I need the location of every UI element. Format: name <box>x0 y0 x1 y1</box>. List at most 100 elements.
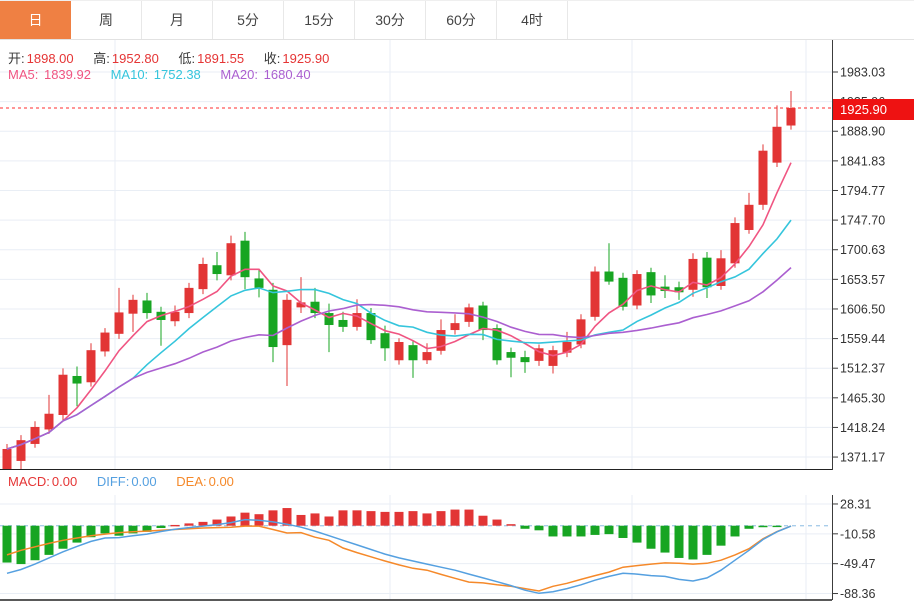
price-tick-label: 1794.77 <box>840 184 885 198</box>
candle-body <box>143 300 152 313</box>
timeframe-toolbar: 日周月5分15分30分60分4时 <box>0 0 914 40</box>
tab-month[interactable]: 月 <box>142 1 213 39</box>
last-price-badge: 1925.90 <box>833 99 914 120</box>
macd-histogram-bar <box>507 524 516 526</box>
tab-week[interactable]: 周 <box>71 1 142 39</box>
candle-body <box>367 313 376 340</box>
candle-body <box>31 427 40 444</box>
candle-body <box>773 127 782 163</box>
macd-histogram-bar <box>759 526 768 528</box>
candle-body <box>283 300 292 345</box>
candle-body <box>129 300 138 314</box>
macd-histogram-bar <box>339 510 348 525</box>
macd-histogram-bar <box>745 526 754 529</box>
candle-body <box>759 151 768 205</box>
macd-tick-label: -49.47 <box>840 557 875 571</box>
candle-body <box>199 264 208 289</box>
price-tick-label: 1653.57 <box>840 273 885 287</box>
macd-histogram-bar <box>633 526 642 543</box>
close-readout: 收:1925.90 <box>264 51 330 66</box>
macd-legend: MACD:0.00 DIFF:0.00 DEA:0.00 <box>8 474 250 489</box>
candle-body <box>255 278 264 287</box>
candle-body <box>423 352 432 360</box>
macd-histogram-bar <box>675 526 684 558</box>
macd-histogram-bar <box>605 526 614 534</box>
macd-histogram-bar <box>703 526 712 555</box>
macd-tick-label: 28.31 <box>840 497 871 511</box>
diff-line <box>7 520 791 594</box>
tab-15min[interactable]: 15分 <box>284 1 355 39</box>
macd-histogram-bar <box>185 523 194 525</box>
macd-histogram-bar <box>269 510 278 525</box>
macd-histogram-bar <box>773 526 782 527</box>
macd-histogram-bar <box>73 526 82 543</box>
ma5-readout: MA5: 1839.92 <box>8 67 91 82</box>
macd-histogram-bar <box>661 526 670 553</box>
candle-body <box>619 278 628 307</box>
tab-60min[interactable]: 60分 <box>426 1 497 39</box>
price-tick-label: 1465.30 <box>840 391 885 405</box>
candle-body <box>227 243 236 275</box>
macd-histogram-bar <box>311 513 320 525</box>
macd-histogram-bar <box>423 513 432 525</box>
price-tick-label: 1512.37 <box>840 362 885 376</box>
dea-readout: DEA:0.00 <box>176 474 234 489</box>
ma20-readout: MA20: 1680.40 <box>220 67 310 82</box>
macd-histogram-bar <box>171 525 180 526</box>
macd-histogram-bar <box>563 526 572 537</box>
candle-body <box>339 320 348 327</box>
candle-body <box>3 449 12 469</box>
candle-body <box>45 414 54 430</box>
price-tick-label: 1841.83 <box>840 154 885 168</box>
macd-indicator-chart[interactable]: 28.31-10.58-49.47-88.36 <box>0 495 914 604</box>
macd-readout: MACD:0.00 <box>8 474 77 489</box>
macd-histogram-bar <box>31 526 40 561</box>
candle-body <box>171 312 180 321</box>
macd-histogram-bar <box>549 526 558 537</box>
macd-histogram-bar <box>325 516 334 525</box>
candle-body <box>787 108 796 126</box>
price-tick-label: 1983.03 <box>840 66 885 80</box>
macd-histogram-bar <box>619 526 628 538</box>
candle-body <box>213 265 222 274</box>
candle-body <box>591 272 600 317</box>
macd-histogram-bar <box>591 526 600 535</box>
candle-body <box>409 345 418 360</box>
macd-histogram-bar <box>437 511 446 526</box>
macd-histogram-bar <box>689 526 698 560</box>
price-tick-label: 1606.50 <box>840 302 885 316</box>
high-readout: 高:1952.80 <box>93 51 159 66</box>
macd-histogram-bar <box>647 526 656 549</box>
candle-body <box>731 223 740 263</box>
candle-body <box>269 290 278 347</box>
candle-body <box>451 323 460 330</box>
macd-histogram-bar <box>577 526 586 537</box>
tab-day[interactable]: 日 <box>0 1 71 39</box>
tab-30min[interactable]: 30分 <box>355 1 426 39</box>
candle-body <box>605 272 614 282</box>
low-readout: 低:1891.55 <box>179 51 245 66</box>
price-tick-label: 1371.17 <box>840 451 885 465</box>
ma10-readout: MA10: 1752.38 <box>111 67 201 82</box>
macd-histogram-bar <box>493 520 502 526</box>
macd-histogram-bar <box>451 510 460 526</box>
macd-histogram-bar <box>731 526 740 537</box>
macd-histogram-bar <box>297 515 306 526</box>
price-tick-label: 1559.44 <box>840 332 885 346</box>
ma5-line <box>7 163 791 449</box>
candle-body <box>115 312 124 333</box>
macd-tick-label: -10.58 <box>840 527 875 541</box>
candle-body <box>381 333 390 348</box>
tab-4hour[interactable]: 4时 <box>497 1 568 39</box>
candle-body <box>395 342 404 360</box>
macd-histogram-bar <box>101 526 110 534</box>
ohlc-legend: 开:1898.00 高:1952.80 低:1891.55 收:1925.90 <box>8 48 345 67</box>
macd-histogram-bar <box>227 516 236 525</box>
open-readout: 开:1898.00 <box>8 51 74 66</box>
candle-body <box>101 333 110 352</box>
macd-histogram-bar <box>3 526 12 563</box>
main-price-chart[interactable]: 1983.031935.961888.901841.831794.771747.… <box>0 40 914 470</box>
candle-body <box>507 352 516 358</box>
candle-body <box>59 375 68 415</box>
tab-5min[interactable]: 5分 <box>213 1 284 39</box>
